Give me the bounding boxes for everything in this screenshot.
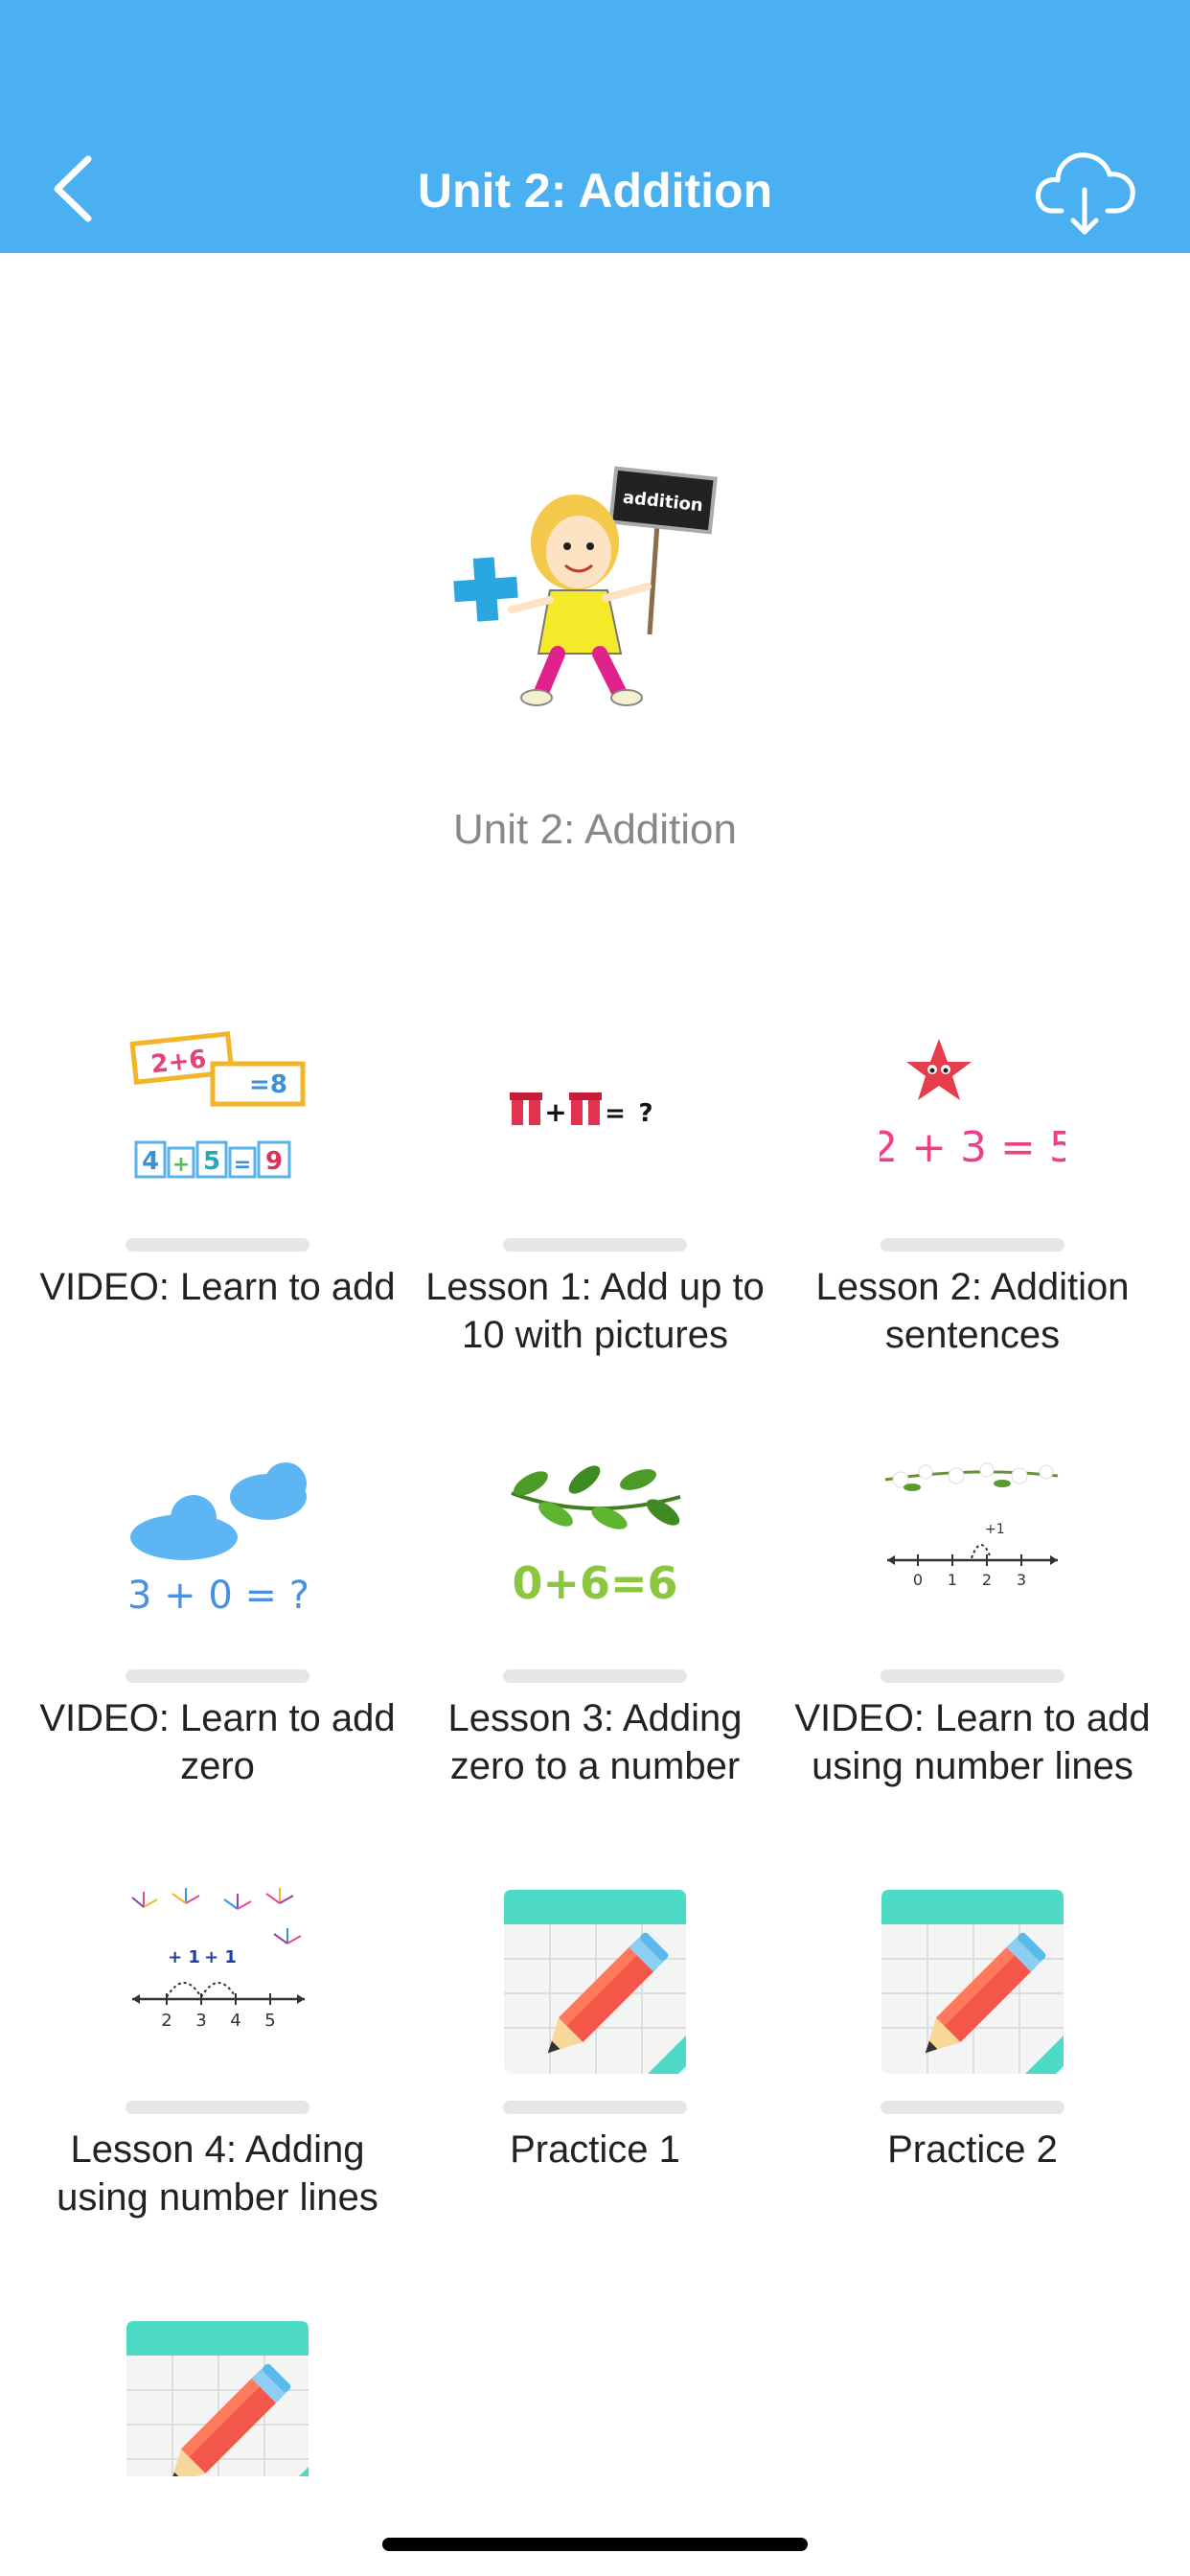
lesson-title: VIDEO: Learn to add [39,1266,396,1308]
progress-bar [503,1669,687,1683]
lesson-thumbnail: + = ? [406,1024,784,1215]
equation-text: 2 + 3 = 5 [880,1123,1065,1172]
lesson-tile-practice-3[interactable] [29,2317,406,2476]
lesson-thumbnail [784,1890,1161,2082]
lesson-tile-lesson-2[interactable]: 2 + 3 = 5 Lesson 2: Addition sentences [784,1024,1161,1426]
unit-caption: Unit 2: Addition [453,806,737,853]
lesson-thumbnail [29,2321,406,2476]
lesson-tile-lesson-1[interactable]: + = ? Lesson 1: Add up to 10 with pictur… [406,1024,784,1426]
svg-text:2+6: 2+6 [149,1045,208,1079]
pencil-icon [126,2321,309,2476]
cloud-download-icon [1036,152,1135,235]
lesson-title: Lesson 2: Addition sentences [815,1266,1130,1356]
lesson-title: VIDEO: Learn to add using number lines [794,1697,1151,1787]
svg-text:5: 5 [203,1147,220,1176]
svg-text:+1: +1 [985,1522,1005,1537]
progress-bar [881,1669,1064,1683]
lesson-tile-lesson-4[interactable]: + 1 + 1 2 3 4 5 Lesson 4: Adding using n… [29,1886,406,2288]
lesson-thumbnail: +1 0 1 2 3 [784,1455,1161,1646]
tick-label: 2 [161,2011,172,2031]
lesson-thumbnail: 2+6 =8 4 + 5 = 9 [29,1024,406,1215]
svg-text:9: 9 [265,1147,283,1176]
page-title: Unit 2: Addition [417,164,773,218]
progress-bar [126,1238,309,1252]
svg-text:+: + [544,1096,566,1128]
lesson-thumbnail: + 1 + 1 2 3 4 5 [29,1886,406,2078]
lesson-title: Lesson 3: Adding zero to a number [447,1697,743,1787]
tick-label: 3 [1017,1571,1026,1589]
progress-bar [881,1238,1064,1252]
lesson-thumbnail [406,1890,784,2082]
equation-text: 0+6=6 [512,1557,677,1609]
lesson-thumbnail: 2 + 3 = 5 [784,1024,1161,1215]
jump-label: + 1 [168,1947,200,1967]
svg-text:+: + [172,1153,190,1177]
lesson-tile-practice-1[interactable]: Practice 1 [406,1886,784,2288]
progress-bar [126,2101,309,2114]
lesson-thumbnail: 3 + 0 = ? [29,1455,406,1646]
svg-text:?: ? [638,1099,652,1128]
tick-label: 1 [948,1571,957,1589]
pencil-icon [504,1890,686,2074]
download-button[interactable] [1033,142,1140,238]
lesson-title: Lesson 4: Adding using number lines [57,2128,378,2219]
lesson-tile-video-number-lines[interactable]: +1 0 1 2 3 VIDEO: Learn to add using num… [784,1455,1161,1857]
lesson-title: Practice 1 [510,2128,680,2171]
svg-text:=: = [234,1153,251,1177]
lesson-tile-lesson-3[interactable]: 0+6=6 Lesson 3: Adding zero to a number [406,1455,784,1857]
tick-label: 5 [264,2011,275,2031]
lesson-tile-video-learn-to-add[interactable]: 2+6 =8 4 + 5 = 9 VIDEO: Learn to add [29,1024,406,1426]
progress-bar [503,2101,687,2114]
lesson-tile-practice-2[interactable]: Practice 2 [784,1886,1161,2288]
tick-label: 3 [195,2011,206,2031]
jump-label: + 1 [204,1947,237,1967]
lesson-tile-video-learn-to-add-zero[interactable]: 3 + 0 = ? VIDEO: Learn to add zero [29,1455,406,1857]
pencil-icon [881,1890,1064,2074]
progress-bar [126,1669,309,1683]
tick-label: 2 [982,1571,992,1589]
lesson-title: VIDEO: Learn to add zero [39,1697,396,1787]
progress-bar [881,2101,1064,2114]
lesson-title: Practice 2 [887,2128,1058,2171]
lesson-title: Lesson 1: Add up to 10 with pictures [425,1266,765,1356]
svg-text:4: 4 [142,1147,159,1176]
lesson-thumbnail: 0+6=6 [406,1455,784,1646]
tick-label: 0 [913,1571,923,1589]
svg-text:=8: =8 [249,1070,287,1099]
unit-illustration: addition [450,466,738,711]
home-indicator[interactable] [382,2538,808,2551]
svg-text:=: = [605,1099,626,1128]
svg-text:3 + 0 = ?: 3 + 0 = ? [127,1574,309,1618]
progress-bar [503,1238,687,1252]
tick-label: 4 [230,2011,240,2031]
nav-bar: Unit 2: Addition [0,0,1190,253]
